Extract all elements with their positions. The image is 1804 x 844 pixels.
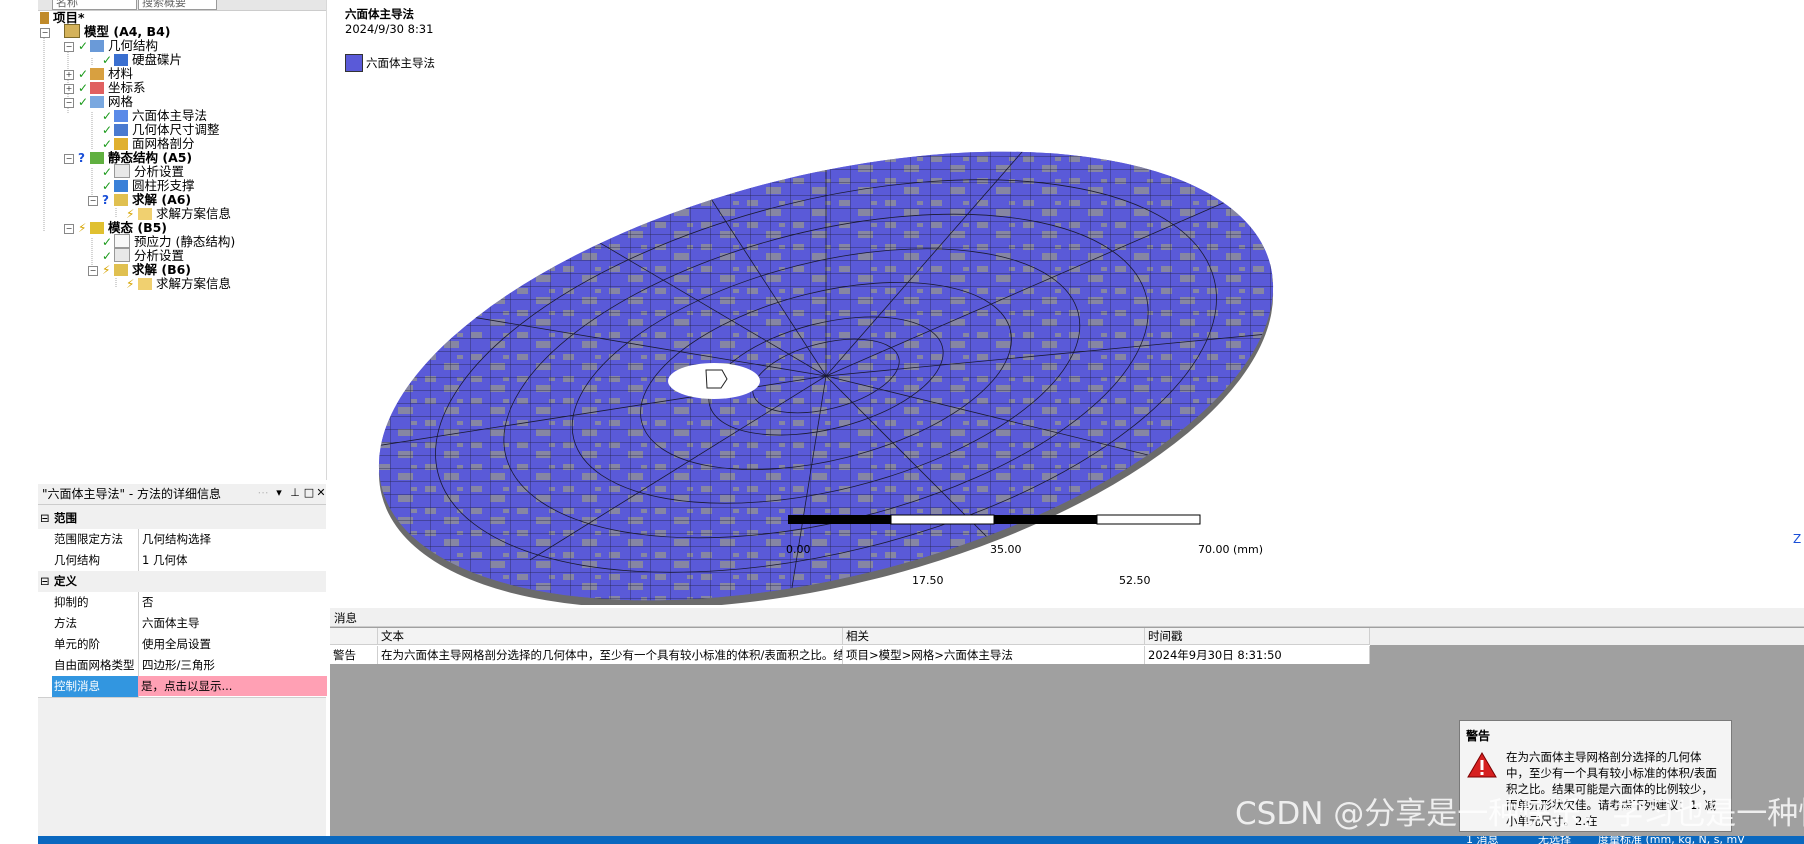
msg-cell-text[interactable]: 在为六面体主导网格剖分选择的几何体中，至少有一个具有较小标准的体积/表面积之比。… bbox=[378, 646, 843, 664]
pin-icon[interactable]: ⊥ bbox=[288, 486, 302, 500]
solid-body-icon bbox=[114, 54, 128, 66]
details-title: "六面体主导法" - 方法的详细信息 bbox=[42, 487, 221, 501]
sizing-icon bbox=[114, 124, 128, 136]
dropdown-icon[interactable]: ▾ bbox=[272, 486, 286, 500]
modal-icon bbox=[90, 222, 104, 234]
lightning-icon: ⚡ bbox=[126, 277, 135, 291]
messages-label: 消息 bbox=[334, 611, 357, 625]
solution-info-icon bbox=[138, 278, 152, 290]
outline-tree-panel: 名称 搜索概要 项目* − 模型 (A4, B4) − ✓ 几何结构 ✓ 硬盘碟片 … bbox=[38, 0, 327, 480]
status-bar: 1 消息 无选择 度量标准 (mm, kg, N, s, mV bbox=[38, 836, 1804, 844]
messages-header-filler bbox=[1370, 628, 1804, 645]
question-icon: ? bbox=[78, 151, 85, 165]
details-header: "六面体主导法" - 方法的详细信息 ⋯ ▾ ⊥ □ ✕ bbox=[38, 484, 326, 505]
solution-info-icon bbox=[138, 208, 152, 220]
check-icon: ✓ bbox=[78, 39, 89, 53]
scale-label-70: 70.00 (mm) bbox=[1198, 543, 1264, 556]
axis-triad-z: Z bbox=[1793, 532, 1802, 546]
scale-label-52-5: 52.50 bbox=[1119, 574, 1151, 587]
details-section-scope[interactable]: ⊟ 范围 bbox=[38, 508, 326, 530]
support-icon bbox=[114, 180, 128, 192]
static-structural-icon bbox=[90, 152, 104, 164]
solution-icon bbox=[114, 194, 128, 206]
analysis-settings-icon bbox=[114, 248, 130, 262]
warning-icon bbox=[1467, 752, 1497, 778]
prestress-icon bbox=[114, 234, 130, 248]
messages-header: 消息 bbox=[330, 608, 1804, 627]
details-row[interactable]: 单元的阶 使用全局设置 bbox=[38, 634, 326, 656]
check-icon: ✓ bbox=[78, 95, 89, 109]
materials-icon bbox=[90, 68, 104, 80]
collapse-section-icon[interactable]: ⊟ bbox=[40, 571, 50, 591]
left-edge-strip bbox=[0, 0, 38, 844]
details-row[interactable]: 方法 六面体主导 bbox=[38, 613, 326, 635]
collapse-solution-b6-icon[interactable]: − bbox=[88, 266, 98, 276]
msg-cell-timestamp[interactable]: 2024年9月30日 8:31:50 bbox=[1145, 646, 1370, 664]
collapse-solution-a6-icon[interactable]: − bbox=[88, 196, 98, 206]
watermark-text: CSDN @分享是一种快乐，学习也是一种快乐 bbox=[1235, 796, 1804, 832]
collapse-geometry-icon[interactable]: − bbox=[64, 42, 74, 52]
lightning-icon: ⚡ bbox=[102, 263, 111, 277]
question-icon: ? bbox=[102, 193, 109, 207]
messages-table: 文本 相关 时间戳 警告 在为六面体主导网格剖分选择的几何体中，至少有一个具有较… bbox=[330, 628, 1370, 664]
scale-label-17-5: 17.50 bbox=[912, 574, 944, 587]
scale-label-35: 35.00 bbox=[990, 543, 1022, 556]
project-icon bbox=[40, 12, 49, 24]
lightning-icon: ⚡ bbox=[78, 221, 87, 235]
collapse-mesh-icon[interactable]: − bbox=[64, 98, 74, 108]
mesh-icon bbox=[90, 96, 104, 108]
tree-item-solution-info-b6[interactable]: ⚡ 求解方案信息 bbox=[126, 276, 231, 292]
details-row[interactable]: 几何结构 1 几何体 bbox=[38, 550, 326, 572]
msg-col-type bbox=[330, 628, 378, 645]
details-row[interactable]: 范围限定方法 几何结构选择 bbox=[38, 529, 326, 551]
collapse-modal-icon[interactable]: − bbox=[64, 224, 74, 234]
face-meshing-icon bbox=[114, 138, 128, 150]
collapse-model-icon[interactable]: − bbox=[40, 28, 50, 38]
expand-materials-icon[interactable]: + bbox=[64, 70, 74, 80]
msg-col-related[interactable]: 相关 bbox=[843, 628, 1145, 645]
msg-cell-type[interactable]: 警告 bbox=[330, 646, 378, 664]
details-row-control-messages[interactable]: 控制消息 是，点击以显示... bbox=[38, 676, 327, 698]
geometry-icon bbox=[90, 40, 104, 52]
details-row[interactable]: 自由面网格类型 四边形/三角形 bbox=[38, 655, 326, 677]
analysis-settings-icon bbox=[114, 164, 130, 178]
details-row[interactable]: 抑制的否 bbox=[38, 592, 326, 614]
details-panel: "六面体主导法" - 方法的详细信息 ⋯ ▾ ⊥ □ ✕ ⊟ 范围 范围限定方法几… bbox=[38, 484, 327, 844]
msg-cell-related[interactable]: 项目>模型>网格>六面体主导法 bbox=[843, 646, 1145, 664]
mesh-method-icon bbox=[114, 110, 128, 122]
msg-col-timestamp[interactable]: 时间戳 bbox=[1145, 628, 1370, 645]
details-section-definition[interactable]: ⊟ 定义 bbox=[38, 571, 326, 593]
graphics-viewport[interactable]: 六面体主导法 2024/9/30 8:31 六面体主导法 0.00 35.00 … bbox=[330, 0, 1804, 605]
warning-title: 警告 bbox=[1466, 729, 1491, 743]
scale-label-0: 0.00 bbox=[786, 543, 811, 556]
model-icon bbox=[64, 24, 80, 38]
expand-coordinate-systems-icon[interactable]: + bbox=[64, 84, 74, 94]
status-selection: 无选择 bbox=[1538, 836, 1571, 844]
coordinate-system-icon bbox=[90, 82, 104, 94]
status-units[interactable]: 度量标准 (mm, kg, N, s, mV bbox=[1598, 836, 1745, 844]
grip-icon: ⋯ bbox=[257, 486, 269, 499]
close-icon[interactable]: ✕ bbox=[314, 486, 328, 500]
collapse-section-icon[interactable]: ⊟ bbox=[40, 508, 50, 528]
msg-col-text[interactable]: 文本 bbox=[378, 628, 843, 645]
solution-icon bbox=[114, 264, 128, 276]
collapse-static-structural-icon[interactable]: − bbox=[64, 154, 74, 164]
status-messages[interactable]: 1 消息 bbox=[1466, 836, 1499, 844]
